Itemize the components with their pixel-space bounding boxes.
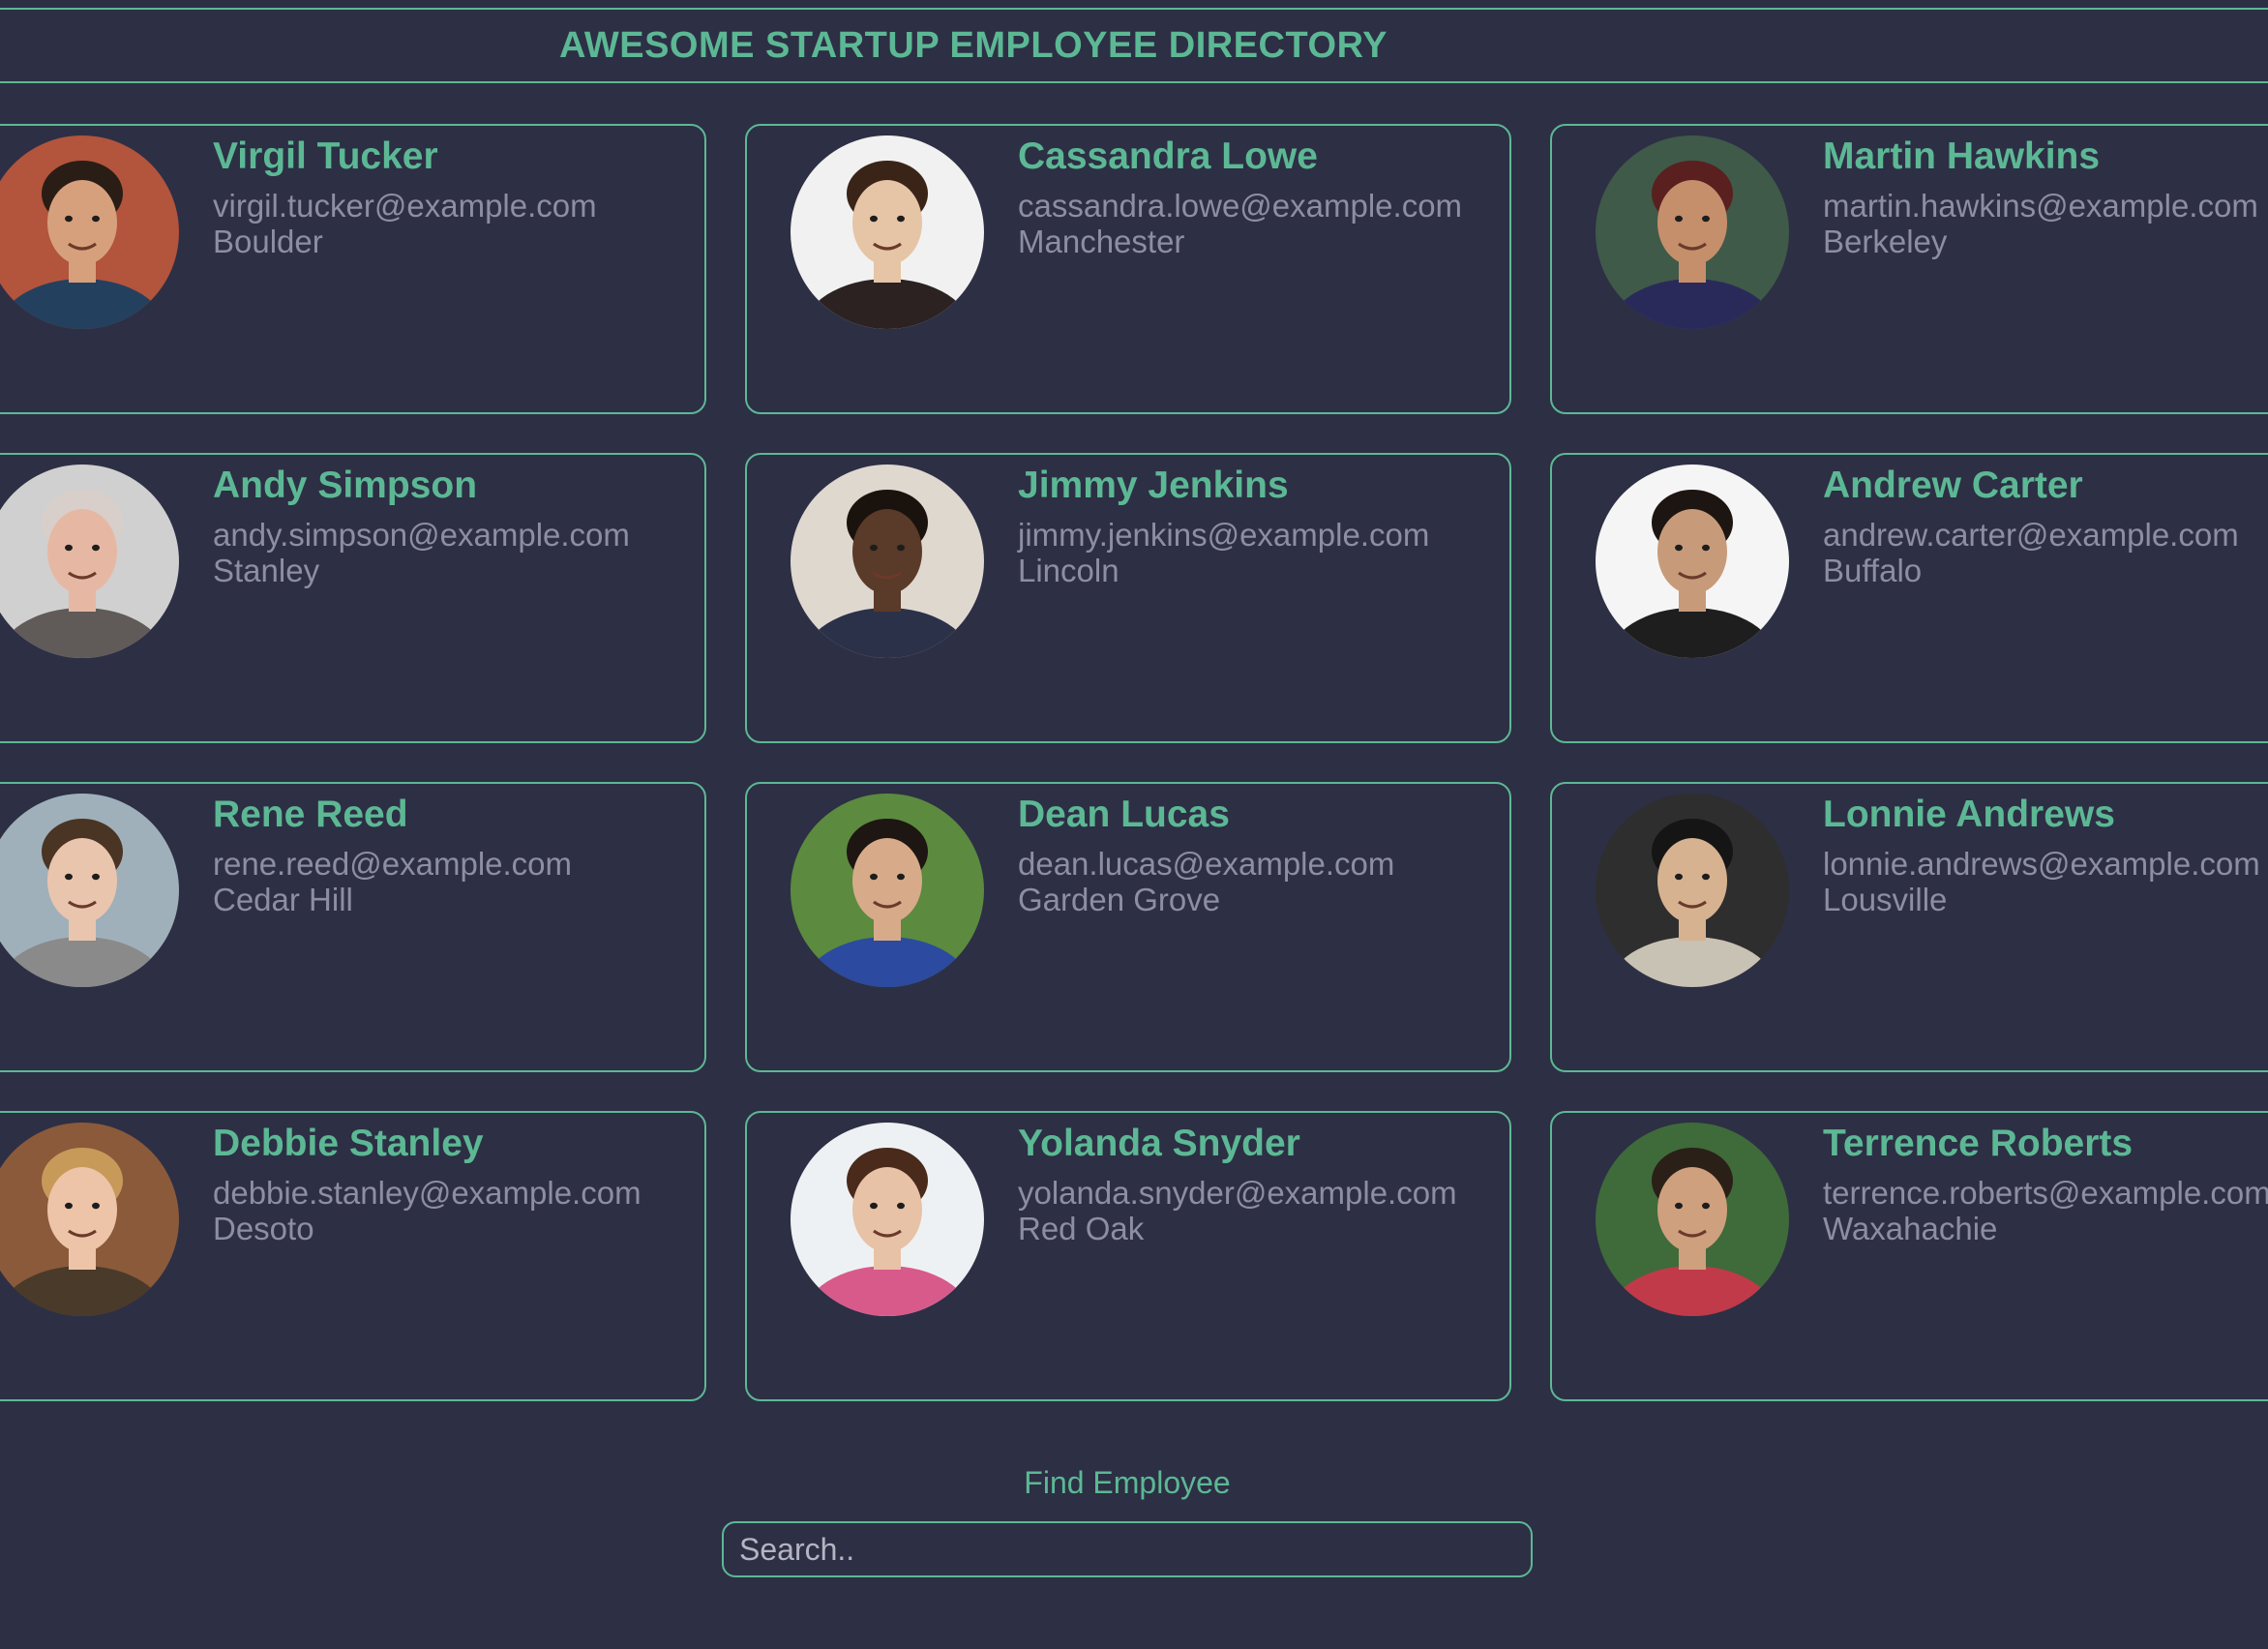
employee-name: Debbie Stanley [213,1123,484,1164]
employee-city: Red Oak [1018,1211,1145,1246]
person-photo [791,135,984,329]
employee-city: Boulder [213,224,323,259]
employee-email: andrew.carter@example.com [1823,517,2239,553]
employee-avatar [791,794,984,987]
employee-avatar [1596,465,1789,658]
employee-email: jimmy.jenkins@example.com [1018,517,1430,553]
employee-email: terrence.roberts@example.com [1823,1175,2268,1211]
employee-name: Cassandra Lowe [1018,135,1318,177]
employee-email: lonnie.andrews@example.com [1823,846,2260,882]
employee-card[interactable]: Jimmy Jenkins jimmy.jenkins@example.com … [745,453,1511,743]
employee-city: Berkeley [1823,224,1948,259]
person-photo [791,465,984,658]
person-photo [1596,465,1789,658]
employee-avatar [791,135,984,329]
employee-avatar [791,1123,984,1316]
employee-card[interactable]: Lonnie Andrews lonnie.andrews@example.co… [1550,782,2268,1072]
find-employee-label: Find Employee [1024,1465,1231,1500]
employee-name: Andrew Carter [1823,465,2083,506]
person-photo [1596,1123,1789,1316]
person-photo [1596,135,1789,329]
employee-email: martin.hawkins@example.com [1823,188,2258,224]
employee-card[interactable]: Yolanda Snyder yolanda.snyder@example.co… [745,1111,1511,1401]
employee-card[interactable]: Andrew Carter andrew.carter@example.com … [1550,453,2268,743]
employee-name: Dean Lucas [1018,794,1230,835]
employee-card[interactable]: Virgil Tucker virgil.tucker@example.com … [0,124,706,414]
employee-city: Lincoln [1018,553,1119,588]
employee-avatar [0,794,179,987]
employee-avatar [1596,794,1789,987]
employee-avatar [791,465,984,658]
employee-city: Stanley [213,553,320,588]
person-photo [0,135,179,329]
employee-email: andy.simpson@example.com [213,517,630,553]
employee-card[interactable]: Rene Reed rene.reed@example.com Cedar Hi… [0,782,706,1072]
employee-email: rene.reed@example.com [213,846,573,882]
employee-city: Buffalo [1823,553,1923,588]
employee-card[interactable]: Debbie Stanley debbie.stanley@example.co… [0,1111,706,1401]
employee-card[interactable]: Cassandra Lowe cassandra.lowe@example.co… [745,124,1511,414]
employee-avatar [0,1123,179,1316]
employee-name: Rene Reed [213,794,408,835]
employee-avatar [0,135,179,329]
employee-email: dean.lucas@example.com [1018,846,1395,882]
person-photo [0,1123,179,1316]
employee-city: Desoto [213,1211,314,1246]
header-bar: AWESOME STARTUP EMPLOYEE DIRECTORY [0,8,2268,83]
employee-card[interactable]: Dean Lucas dean.lucas@example.com Garden… [745,782,1511,1072]
employee-card[interactable]: Martin Hawkins martin.hawkins@example.co… [1550,124,2268,414]
employee-email: cassandra.lowe@example.com [1018,188,1463,224]
employee-email: virgil.tucker@example.com [213,188,597,224]
employee-email: debbie.stanley@example.com [213,1175,642,1211]
employee-name: Terrence Roberts [1823,1123,2134,1164]
employee-email: yolanda.snyder@example.com [1018,1175,1457,1211]
person-photo [791,1123,984,1316]
employee-city: Cedar Hill [213,882,353,917]
employee-name: Lonnie Andrews [1823,794,2115,835]
person-photo [1596,794,1789,987]
employee-name: Jimmy Jenkins [1018,465,1289,506]
employee-city: Waxahachie [1823,1211,1998,1246]
employee-city: Manchester [1018,224,1185,259]
employee-city: Garden Grove [1018,882,1221,917]
employee-name: Yolanda Snyder [1018,1123,1300,1164]
employee-directory-page: AWESOME STARTUP EMPLOYEE DIRECTORY Virgi… [0,0,2268,1649]
employee-avatar [1596,135,1789,329]
employee-card[interactable]: Terrence Roberts terrence.roberts@exampl… [1550,1111,2268,1401]
person-photo [0,465,179,658]
employee-avatar [0,465,179,658]
employee-name: Andy Simpson [213,465,478,506]
employee-card[interactable]: Andy Simpson andy.simpson@example.com St… [0,453,706,743]
employee-name: Virgil Tucker [213,135,438,177]
employee-avatar [1596,1123,1789,1316]
employee-name: Martin Hawkins [1823,135,2101,177]
employee-city: Lousville [1823,882,1948,917]
person-photo [791,794,984,987]
page-title: AWESOME STARTUP EMPLOYEE DIRECTORY [559,24,1388,66]
search-input[interactable] [722,1521,1533,1577]
person-photo [0,794,179,987]
